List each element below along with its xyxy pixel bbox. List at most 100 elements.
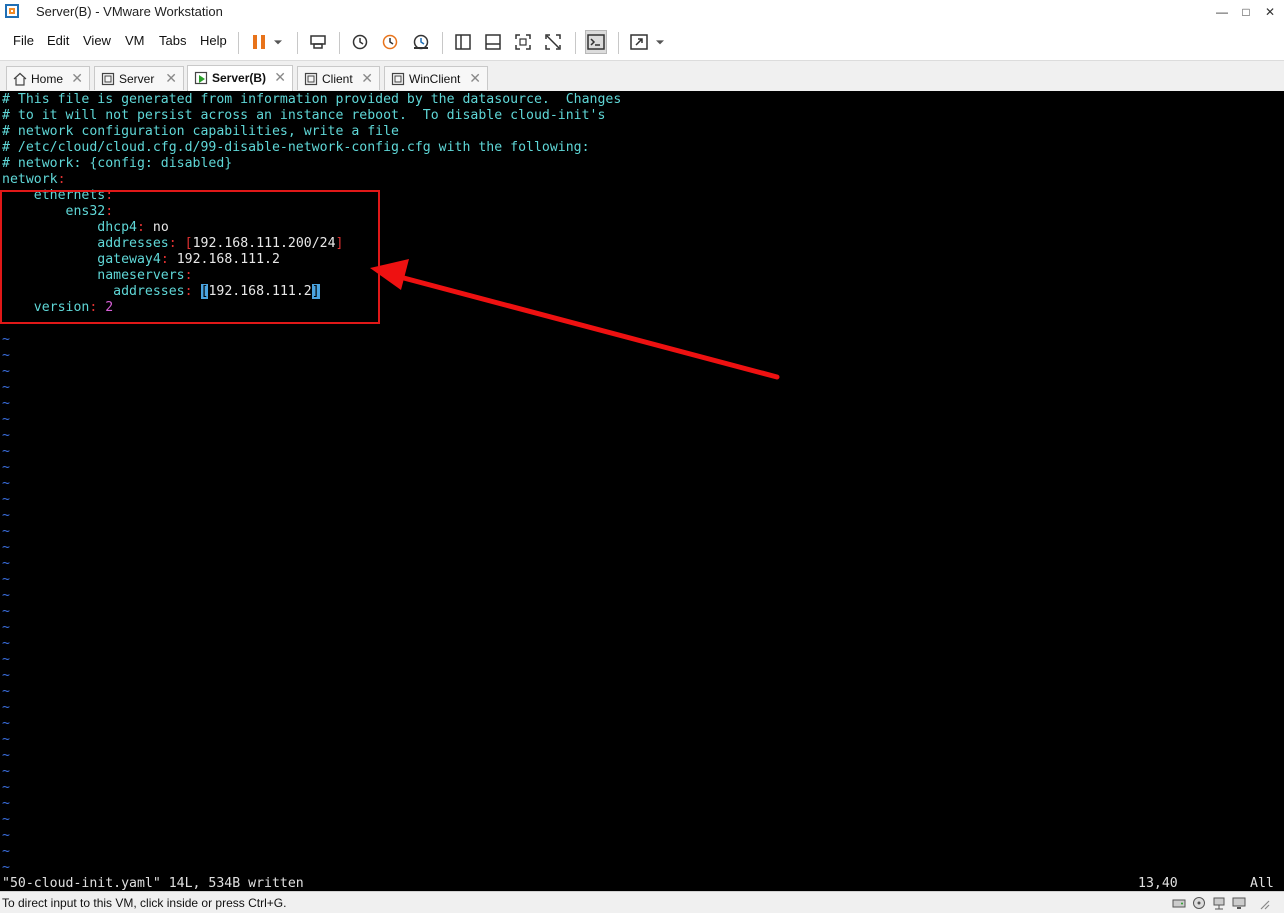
network-adapter-icon[interactable] [1212,896,1226,910]
vim-tilde-line: ~ [2,620,10,635]
tab-server-b[interactable]: Server(B) ✕ [187,65,293,91]
snapshot-manager-icon[interactable] [410,30,432,54]
vim-tilde-line: ~ [2,556,10,571]
tab-label: Server [119,72,155,86]
dropdown-icon[interactable] [652,30,668,54]
vim-tilde-line: ~ [2,332,10,347]
hard-disk-icon[interactable] [1172,896,1186,910]
vim-tilde-line: ~ [2,812,10,827]
menu-help[interactable]: Help [200,33,227,48]
unity-icon[interactable] [542,30,564,54]
vim-tilde-line: ~ [2,732,10,747]
menu-file[interactable]: File [13,33,34,48]
comment-line: # network: {config: disabled} [2,156,233,171]
dropdown-icon[interactable] [270,30,286,54]
tab-label: WinClient [409,72,461,86]
vmware-app-icon [5,4,19,18]
status-text: To direct input to this VM, click inside… [2,896,287,910]
toolbar-separator [339,32,340,54]
vim-tilde-line: ~ [2,796,10,811]
resize-grip-icon[interactable] [1256,896,1270,910]
status-bar: To direct input to this VM, click inside… [0,891,1284,913]
vim-tilde-line: ~ [2,412,10,427]
close-icon[interactable]: ✕ [71,70,83,87]
yaml-line-network: network: [2,172,66,187]
close-icon[interactable]: ✕ [469,70,481,87]
vim-tilde-line: ~ [2,380,10,395]
vim-tilde-line: ~ [2,348,10,363]
tab-winclient[interactable]: WinClient ✕ [384,66,488,90]
vim-tilde-line: ~ [2,700,10,715]
vim-tilde-line: ~ [2,844,10,859]
vim-tilde-line: ~ [2,636,10,651]
toolbar-separator [442,32,443,54]
snapshot-take-icon[interactable] [349,30,371,54]
toolbar-separator [618,32,619,54]
vim-tilde-line: ~ [2,508,10,523]
vim-tilde-line: ~ [2,860,10,875]
vim-tilde-line: ~ [2,604,10,619]
yaml-key: network [2,172,58,187]
tab-label: Home [31,72,64,86]
vim-tilde-line: ~ [2,428,10,443]
vim-tilde-line: ~ [2,364,10,379]
comment-line: # network configuration capabilities, wr… [2,124,399,139]
vim-tilde-line: ~ [2,764,10,779]
title-bar: Server(B) - VMware Workstation — □ ✕ [0,0,1284,24]
tab-home[interactable]: Home ✕ [6,66,90,90]
toolbar-separator [575,32,576,54]
comment-line: # /etc/cloud/cloud.cfg.d/99-disable-netw… [2,140,590,155]
close-icon[interactable]: ✕ [274,69,286,86]
send-ctrl-alt-del-icon[interactable] [307,30,329,54]
maximize-icon[interactable]: □ [1234,2,1258,22]
vim-tilde-line: ~ [2,748,10,763]
menu-edit[interactable]: Edit [47,33,69,48]
close-icon[interactable]: ✕ [165,70,177,87]
close-icon[interactable]: ✕ [361,70,373,87]
fullscreen-icon[interactable] [512,30,534,54]
tab-label: Client [322,72,353,86]
menu-tabs[interactable]: Tabs [159,33,186,48]
vim-tilde-line: ~ [2,780,10,795]
toolbar-separator [297,32,298,54]
cd-rom-icon[interactable] [1192,896,1206,910]
vim-tilde-line: ~ [2,460,10,475]
toolbar-separator [238,32,239,54]
vim-tilde-line: ~ [2,684,10,699]
vim-tilde-line: ~ [2,396,10,411]
console-view-icon[interactable] [585,30,607,54]
vim-tilde-line: ~ [2,492,10,507]
vm-running-icon [194,71,208,85]
stretch-guest-icon[interactable] [628,30,650,54]
vim-tilde-line: ~ [2,716,10,731]
vm-icon [304,72,318,86]
vim-status-message: "50-cloud-init.yaml" 14L, 534B written [2,876,304,891]
menu-toolbar: File Edit View VM Tabs Help [0,24,1284,61]
window-title: Server(B) - VMware Workstation [36,4,223,19]
tab-server[interactable]: Server ✕ [94,66,184,90]
vm-console[interactable]: # This file is generated from informatio… [0,91,1284,891]
vm-tab-bar: Home ✕ Server ✕ Server(B) ✕ Client ✕ Win… [0,61,1284,91]
vim-tilde-line: ~ [2,828,10,843]
home-icon [13,72,27,86]
comment-line: # to it will not persist across an insta… [2,108,606,123]
vim-tilde-line: ~ [2,668,10,683]
vm-icon [101,72,115,86]
pause-icon[interactable] [248,30,270,54]
vim-tilde-line: ~ [2,652,10,667]
menu-view[interactable]: View [83,33,111,48]
menu-vm[interactable]: VM [125,33,145,48]
view-library-icon[interactable] [452,30,474,54]
comment-line: # This file is generated from informatio… [2,92,622,107]
display-icon[interactable] [1232,896,1246,910]
minimize-icon[interactable]: — [1210,2,1234,22]
tab-label: Server(B) [212,71,267,85]
close-icon[interactable]: ✕ [1258,2,1282,22]
view-thumbnail-icon[interactable] [482,30,504,54]
vim-scroll-position: All [1250,876,1274,891]
vim-tilde-line: ~ [2,540,10,555]
vim-tilde-line: ~ [2,444,10,459]
tab-client[interactable]: Client ✕ [297,66,380,90]
snapshot-revert-icon[interactable] [379,30,401,54]
vim-tilde-line: ~ [2,524,10,539]
